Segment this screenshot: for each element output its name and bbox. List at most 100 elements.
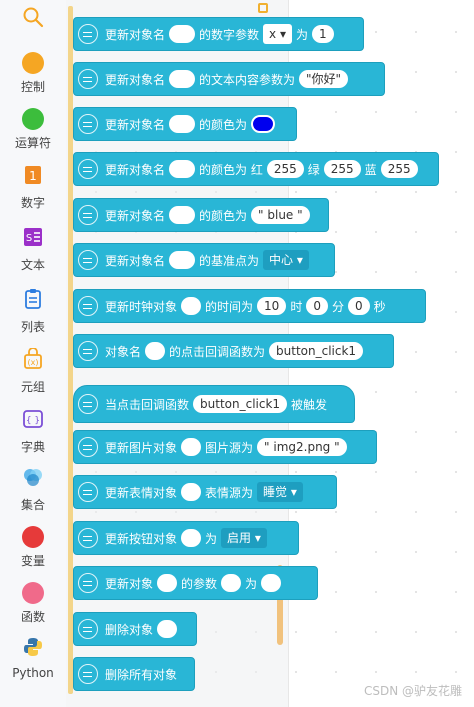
list-icon [25,289,41,309]
block-icon [78,250,98,270]
category-list[interactable]: 列表 [0,288,66,335]
block-update-color-rgb[interactable]: 更新对象名 的颜色为 红 255 绿 255 蓝 255 [73,152,439,186]
object-name-slot[interactable] [145,342,166,360]
param-slot[interactable] [221,574,242,592]
category-dict[interactable]: { } 字典 [0,408,66,455]
object-name-slot[interactable] [169,160,196,178]
object-name-slot[interactable] [169,206,196,224]
category-label: 控制 [20,80,45,94]
category-label: 变量 [20,554,45,568]
object-name-slot[interactable] [169,25,196,43]
block-click-callback[interactable]: 对象名 的点击回调函数为 button_click1 [73,334,394,368]
value-slot[interactable] [261,574,282,592]
anchor-dropdown[interactable]: 中心 ▾ [263,250,309,270]
object-name-slot[interactable] [181,483,202,501]
callback-name-input[interactable]: button_click1 [193,395,288,413]
object-name-slot[interactable] [169,115,196,133]
category-tuple[interactable]: (x) 元组 [0,347,66,395]
hour-input[interactable]: 10 [257,297,287,315]
tuple-icon: (x) [24,347,42,369]
object-slot[interactable] [157,574,178,592]
block-icon [78,24,98,44]
search-icon[interactable] [22,6,44,28]
block-text: 当点击回调函数 [105,397,190,412]
text-input[interactable]: "你好" [299,70,349,88]
category-function[interactable]: 函数 [0,582,66,625]
color-text-input[interactable]: " blue " [251,206,310,224]
block-text: 更新对象名 [105,208,166,223]
block-text: 的颜色为 [199,208,248,223]
block-icon [78,573,98,593]
block-icon [78,619,98,639]
number-icon: 1 [25,166,41,184]
block-text: 更新时钟对象 [105,299,178,314]
control-dot-icon [22,52,44,74]
block-update-color-text[interactable]: 更新对象名 的颜色为 " blue " [73,198,329,232]
block-icon [78,664,98,684]
block-update-anchor[interactable]: 更新对象名 的基准点为 中心 ▾ [73,243,335,277]
block-text: 秒 [373,299,386,314]
red-input[interactable]: 255 [266,160,304,178]
bookmark-icon [258,3,268,13]
block-update-emoji[interactable]: 更新表情对象 表情源为 睡觉 ▾ [73,475,337,509]
block-text: 被触发 [291,397,328,412]
button-state-dropdown[interactable]: 启用 ▾ [221,528,267,548]
block-text: 更新表情对象 [105,485,178,500]
block-text: 为 [245,576,258,591]
block-on-click-event[interactable]: 当点击回调函数 button_click1 被触发 [73,385,355,423]
blue-input[interactable]: 255 [380,160,418,178]
object-name-slot[interactable] [181,297,202,315]
object-name-slot[interactable] [169,70,196,88]
block-icon [78,296,98,316]
callback-name-input[interactable]: button_click1 [269,342,364,360]
block-update-button[interactable]: 更新按钮对象 为 启用 ▾ [73,521,299,555]
block-delete-object[interactable]: 删除对象 [73,612,197,646]
image-source-input[interactable]: " img2.png " [257,438,347,456]
green-input[interactable]: 255 [323,160,361,178]
block-update-object-param[interactable]: 更新对象 的参数 为 [73,566,318,600]
block-icon [78,482,98,502]
block-delete-all-objects[interactable]: 删除所有对象 [73,657,195,691]
block-text: 为 [295,27,308,42]
block-icon [78,69,98,89]
category-text[interactable]: S 文本 [0,226,66,273]
svg-text:S: S [26,233,32,244]
block-update-color-picker[interactable]: 更新对象名 的颜色为 [73,107,297,141]
object-name-slot[interactable] [169,251,196,269]
anchor-value: 中心 [269,253,294,267]
category-number[interactable]: 1 数字 [0,164,66,211]
block-update-image[interactable]: 更新图片对象 图片源为 " img2.png " [73,430,377,464]
category-label: 元组 [20,380,45,394]
emoji-dropdown[interactable]: 睡觉 ▾ [257,482,303,502]
param-value: x [269,27,277,41]
category-operators[interactable]: 运算符 [0,108,66,151]
param-dropdown[interactable]: x ▾ [263,24,292,44]
category-label: 数字 [20,196,45,210]
block-icon [78,437,98,457]
category-control[interactable]: 控制 [0,52,66,95]
category-label: 字典 [20,440,45,454]
object-name-slot[interactable] [181,438,202,456]
category-python[interactable]: Python [0,636,66,680]
category-set[interactable]: 集合 [0,466,66,513]
color-picker[interactable] [251,115,276,133]
block-text: 绿 [307,162,320,177]
svg-text:(x): (x) [28,358,39,367]
category-label: 集合 [20,498,45,512]
block-update-text-param[interactable]: 更新对象名 的文本内容参数为 "你好" [73,62,385,96]
block-text: 的时间为 [205,299,254,314]
second-input[interactable]: 0 [347,297,370,315]
object-slot[interactable] [157,620,178,638]
object-name-slot[interactable] [181,529,202,547]
block-text: 更新对象 [105,576,154,591]
minute-input[interactable]: 0 [306,297,328,315]
number-input[interactable]: 1 [312,25,334,43]
category-label: Python [12,666,54,680]
block-text: 的参数 [181,576,218,591]
block-text: 更新对象名 [105,162,166,177]
category-variable[interactable]: 变量 [0,526,66,569]
block-update-clock[interactable]: 更新时钟对象 的时间为 10 时 0 分 0 秒 [73,289,426,323]
watermark: CSDN @驴友花雕 [363,684,462,698]
block-text: 蓝 [364,162,377,177]
block-update-number-param[interactable]: 更新对象名 的数字参数 x ▾ 为 1 [73,17,364,51]
